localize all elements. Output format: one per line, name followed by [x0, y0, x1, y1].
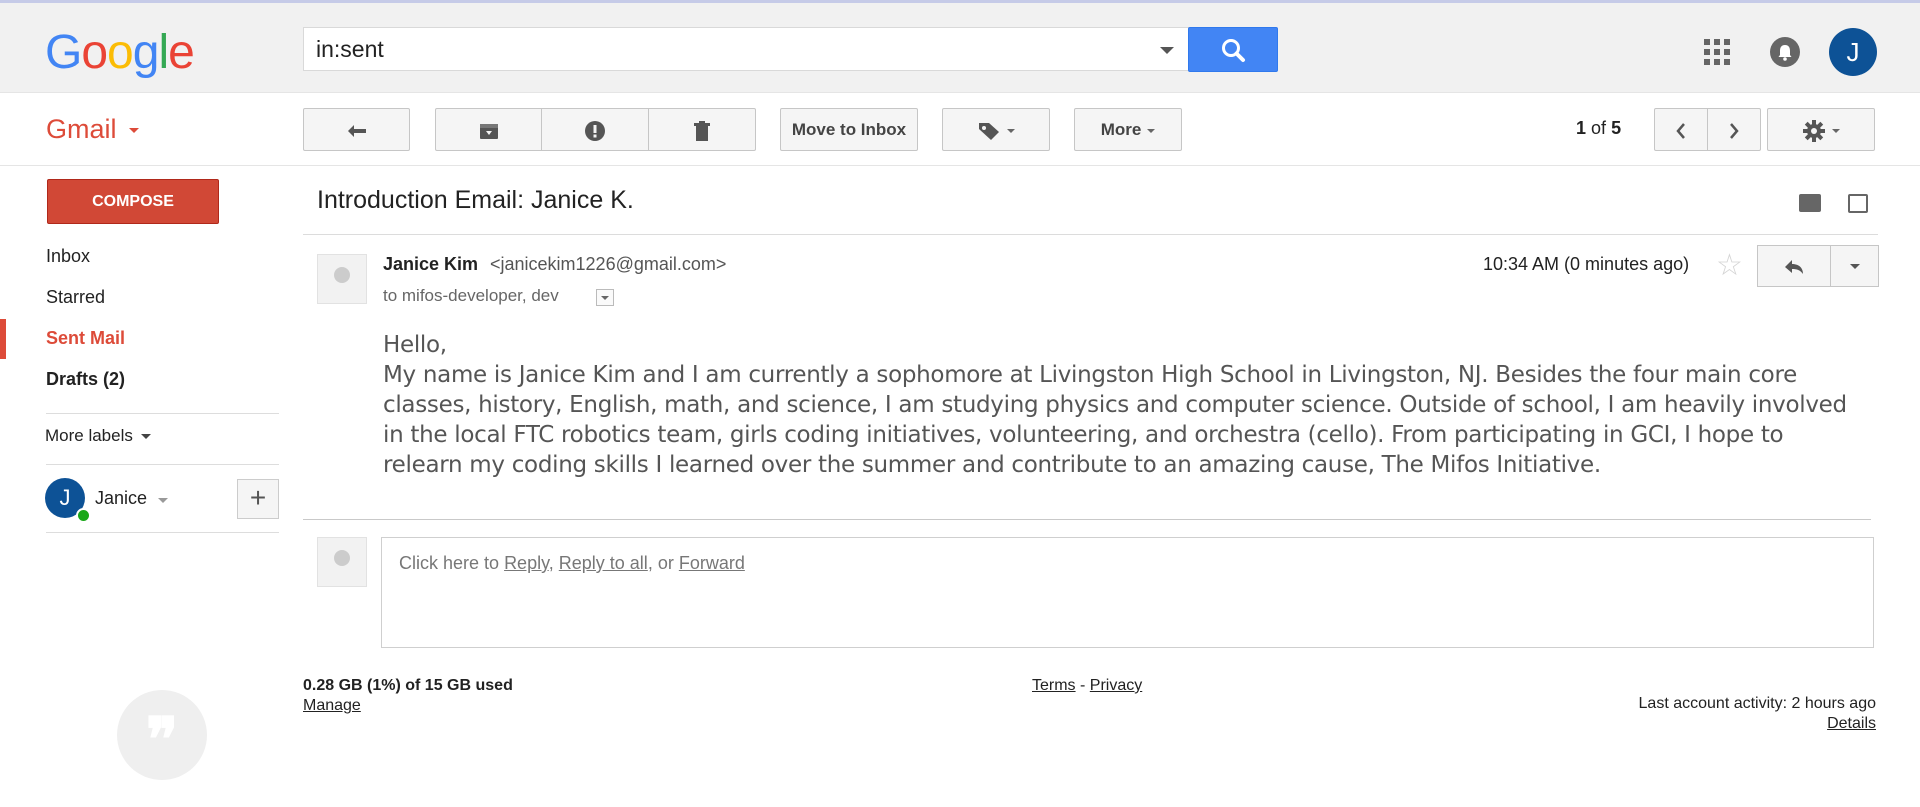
- active-indicator: [0, 319, 6, 359]
- pager-of: of: [1591, 118, 1607, 138]
- logo-letter: o: [107, 26, 134, 79]
- reply-link[interactable]: Reply: [504, 553, 549, 573]
- new-conversation-button[interactable]: +: [237, 479, 279, 519]
- message-greeting: Hello,: [383, 332, 447, 358]
- footer-dash: -: [1080, 677, 1086, 694]
- search-input[interactable]: in:sent: [303, 27, 1189, 71]
- logo-letter: l: [158, 26, 169, 79]
- hangouts-quote-icon[interactable]: ❞: [117, 690, 207, 780]
- archive-button[interactable]: [435, 108, 542, 151]
- online-status-icon: [76, 508, 91, 523]
- pager-current: 1: [1576, 118, 1587, 138]
- sidebar-divider: [46, 532, 279, 533]
- recipients-line: to mifos-developer, dev: [383, 286, 559, 305]
- message-time: 10:34 AM (0 minutes ago): [1483, 254, 1690, 274]
- chevron-right-icon: [1730, 122, 1739, 139]
- storage-info: 0.28 GB (1%) of 15 GB used Manage: [303, 677, 513, 715]
- label-tag-icon: [979, 122, 999, 140]
- more-labels-toggle[interactable]: More labels: [45, 426, 151, 446]
- quick-reply-box[interactable]: Click here to Reply, Reply to all, or Fo…: [381, 537, 1874, 648]
- footer-links: Terms - Privacy: [1032, 677, 1142, 695]
- logo-letter: G: [45, 26, 82, 79]
- logo-letter: e: [168, 26, 195, 79]
- move-to-inbox-button[interactable]: Move to Inbox: [780, 108, 918, 151]
- more-labels-caret-icon: [140, 434, 151, 440]
- hangouts-user-name[interactable]: Janice: [95, 488, 147, 509]
- more-button-label: More: [1100, 120, 1142, 139]
- hangouts-user-caret-icon[interactable]: [158, 498, 168, 503]
- delete-button[interactable]: [649, 108, 756, 151]
- top-header: Google in:sent J: [0, 3, 1920, 93]
- message-body: Hello, My name is Janice Kim and I am cu…: [383, 330, 1853, 480]
- spam-exclamation-icon: [585, 120, 605, 141]
- search-icon: [1222, 39, 1245, 62]
- sidebar-divider: [46, 413, 279, 414]
- compose-button[interactable]: COMPOSE: [47, 179, 219, 224]
- sender-email: <janicekim1226@gmail.com>: [490, 254, 727, 274]
- pager-count: 1 of 5: [1576, 118, 1621, 139]
- pager-total: 5: [1611, 118, 1622, 138]
- print-icon[interactable]: [1799, 194, 1821, 212]
- reply-avatar: [317, 537, 367, 587]
- subject-divider: [303, 234, 1878, 235]
- sidebar-item-starred[interactable]: Starred: [46, 287, 105, 308]
- open-new-window-icon[interactable]: [1848, 194, 1868, 213]
- toolbar: Gmail Move to Inbox More 1 of 5: [0, 94, 1920, 166]
- search-options-caret-icon[interactable]: [1160, 47, 1174, 54]
- apps-grid-icon[interactable]: [1704, 39, 1730, 65]
- newer-button[interactable]: [1654, 108, 1708, 151]
- sidebar-item-drafts[interactable]: Drafts (2): [46, 369, 125, 390]
- notifications-bell-icon[interactable]: [1770, 37, 1800, 67]
- star-icon[interactable]: ☆: [1716, 248, 1743, 283]
- manage-storage-link[interactable]: Manage: [303, 697, 513, 715]
- gmail-switcher-caret-icon[interactable]: [129, 128, 139, 133]
- back-arrow-icon: [347, 124, 366, 137]
- message-subject: Introduction Email: Janice K.: [317, 186, 634, 214]
- sidebar: COMPOSE Inbox Starred Sent Mail Drafts (…: [0, 170, 290, 807]
- gmail-switcher-label[interactable]: Gmail: [46, 114, 117, 145]
- archive-icon: [479, 123, 498, 139]
- reply-prefix: Click here to: [399, 553, 500, 573]
- settings-caret-icon: [1832, 128, 1840, 133]
- show-details-caret-icon[interactable]: [596, 289, 614, 306]
- report-spam-button[interactable]: [542, 108, 649, 151]
- last-activity: Last account activity: 2 hours ago: [1638, 695, 1876, 712]
- trash-icon: [694, 120, 710, 141]
- chevron-left-icon: [1676, 122, 1685, 139]
- forward-link[interactable]: Forward: [679, 553, 745, 573]
- account-activity: Last account activity: 2 hours ago Detai…: [1639, 695, 1876, 733]
- terms-link[interactable]: Terms: [1032, 677, 1076, 694]
- reply-or: , or: [647, 553, 674, 573]
- more-reply-options-button[interactable]: [1830, 245, 1879, 287]
- older-button[interactable]: [1708, 108, 1761, 151]
- labels-button[interactable]: [942, 108, 1050, 151]
- sender-name[interactable]: Janice Kim: [383, 254, 478, 275]
- message-paragraph: My name is Janice Kim and I am currently…: [383, 362, 1847, 478]
- sidebar-divider: [46, 464, 279, 465]
- search-query[interactable]: in:sent: [316, 36, 384, 63]
- sidebar-item-inbox[interactable]: Inbox: [46, 246, 90, 267]
- reply-button[interactable]: [1757, 245, 1831, 287]
- search-button[interactable]: [1188, 27, 1278, 72]
- settings-button[interactable]: [1767, 108, 1875, 151]
- storage-used: 0.28 GB (1%) of 15 GB used: [303, 677, 513, 694]
- sidebar-item-sent-mail[interactable]: Sent Mail: [46, 328, 125, 349]
- privacy-link[interactable]: Privacy: [1090, 677, 1142, 694]
- sender-avatar: [317, 254, 367, 304]
- reply-arrow-icon: [1785, 259, 1803, 274]
- message-divider: [303, 519, 1871, 520]
- gear-icon: [1803, 119, 1825, 142]
- reply-button-group: [1757, 245, 1879, 287]
- activity-details-link[interactable]: Details: [1639, 715, 1876, 733]
- more-labels-label: More labels: [45, 426, 133, 445]
- account-avatar[interactable]: J: [1829, 28, 1877, 76]
- labels-caret-icon: [1007, 128, 1015, 133]
- google-logo[interactable]: Google: [45, 25, 195, 80]
- more-button[interactable]: More: [1074, 108, 1182, 151]
- reply-all-link[interactable]: Reply to all: [559, 553, 648, 573]
- back-to-list-button[interactable]: [303, 108, 410, 151]
- logo-letter: o: [81, 26, 108, 79]
- more-caret-icon: [1147, 128, 1156, 133]
- logo-letter: g: [132, 26, 160, 79]
